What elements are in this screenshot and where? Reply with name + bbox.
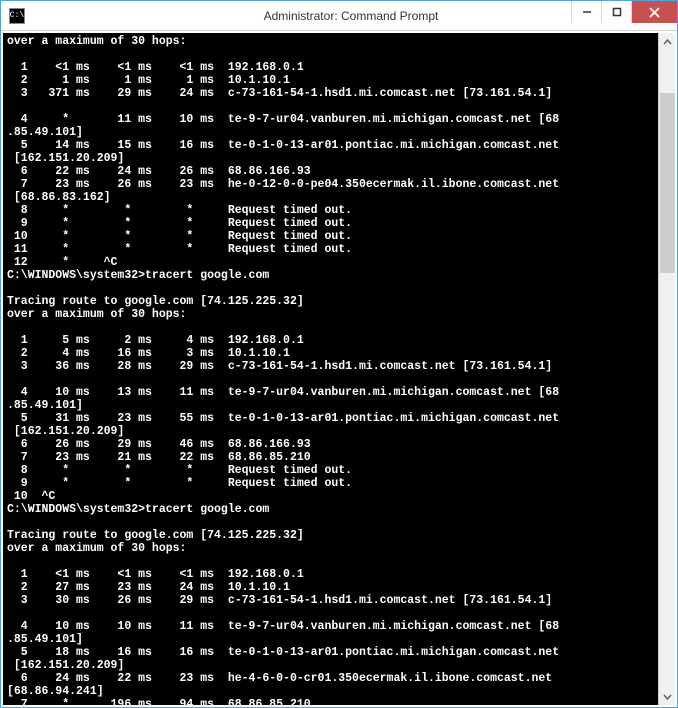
chevron-up-icon: [663, 39, 672, 45]
vertical-scrollbar[interactable]: [658, 33, 675, 705]
command-prompt-window: C:\ Administrator: Command Prompt over a…: [0, 0, 678, 708]
close-button[interactable]: [631, 1, 677, 23]
scroll-down-button[interactable]: [659, 688, 676, 705]
console-output[interactable]: over a maximum of 30 hops: 1 <1 ms <1 ms…: [3, 33, 658, 705]
maximize-icon: [612, 7, 622, 17]
app-icon[interactable]: C:\: [9, 8, 25, 24]
minimize-button[interactable]: [571, 1, 601, 23]
chevron-down-icon: [663, 694, 672, 700]
scroll-up-button[interactable]: [659, 33, 676, 50]
titlebar[interactable]: C:\ Administrator: Command Prompt: [1, 1, 677, 31]
console-area: over a maximum of 30 hops: 1 <1 ms <1 ms…: [1, 31, 677, 707]
close-icon: [649, 7, 660, 18]
minimize-icon: [582, 7, 592, 17]
window-controls: [571, 1, 677, 23]
maximize-button[interactable]: [601, 1, 631, 23]
scroll-thumb[interactable]: [660, 93, 675, 273]
